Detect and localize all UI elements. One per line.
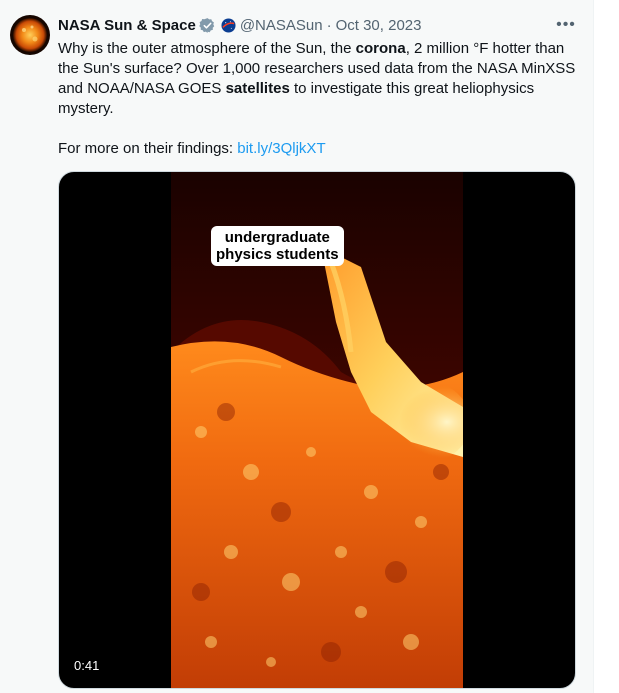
- tweet-header: NASA Sun & Space @NASASun · Oct 30, 2023: [58, 15, 421, 35]
- author-handle[interactable]: @NASASun: [240, 17, 323, 34]
- video-caption: undergraduate physics students: [211, 226, 344, 266]
- author-name[interactable]: NASA Sun & Space: [58, 17, 196, 34]
- tweet-paragraph-1: Why is the outer atmosphere of the Sun, …: [58, 39, 578, 119]
- verified-badge-icon[interactable]: [199, 17, 216, 34]
- text-segment: Why is the outer atmosphere of the Sun, …: [58, 40, 356, 57]
- separator-dot: ·: [326, 16, 332, 34]
- text-segment: For more on their findings:: [58, 140, 238, 157]
- caption-line-1: undergraduate: [224, 229, 330, 246]
- video-duration: 0:41: [68, 656, 106, 675]
- sun-avatar-icon[interactable]: [10, 15, 50, 55]
- tweet-card[interactable]: NASA Sun & Space @NASASun · Oct 30, 2023…: [0, 0, 594, 693]
- findings-link[interactable]: bit.ly/3QljkXT: [237, 140, 325, 157]
- right-gutter: [594, 0, 619, 693]
- bold-satellites: satellites: [225, 80, 290, 97]
- more-options-icon[interactable]: •••: [556, 15, 576, 35]
- nasa-meatball-icon[interactable]: [221, 17, 236, 33]
- video-player[interactable]: undergraduate physics students 0:41: [58, 171, 576, 689]
- tweet-date[interactable]: Oct 30, 2023: [336, 17, 422, 34]
- bold-corona: corona: [355, 40, 406, 57]
- tweet-text: Why is the outer atmosphere of the Sun, …: [58, 39, 578, 159]
- caption-line-2: physics students: [216, 246, 339, 263]
- tweet-paragraph-2: For more on their findings: bit.ly/3Qljk…: [58, 139, 578, 159]
